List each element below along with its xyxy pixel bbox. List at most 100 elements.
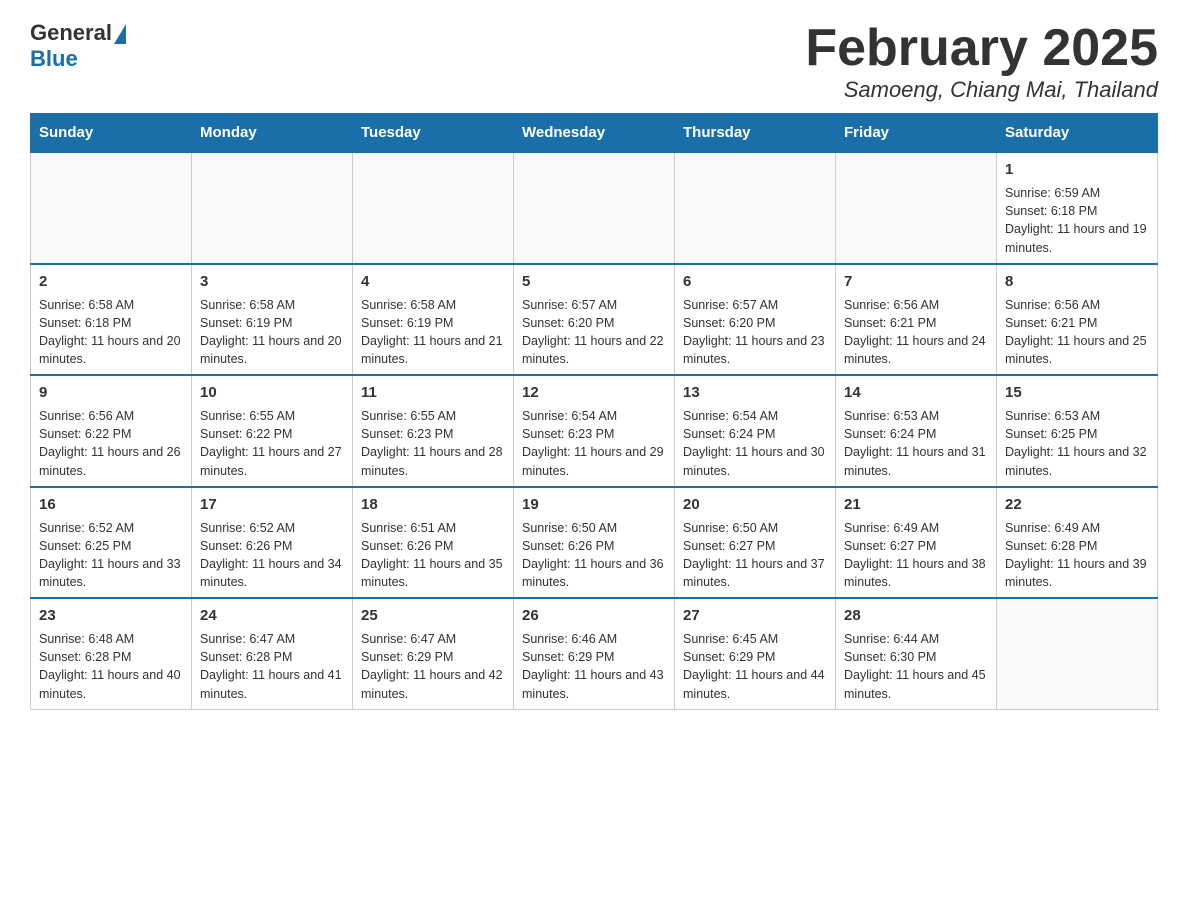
calendar-cell [514, 152, 675, 264]
day-number: 2 [39, 271, 183, 292]
calendar-cell: 22 Sunrise: 6:49 AMSunset: 6:28 PMDayligh… [997, 487, 1158, 599]
day-number: 22 [1005, 494, 1149, 515]
day-info: Sunrise: 6:55 AMSunset: 6:23 PMDaylight:… [361, 407, 505, 480]
calendar-cell: 8Sunrise: 6:56 AMSunset: 6:21 PMDaylight… [997, 264, 1158, 376]
location-title: Samoeng, Chiang Mai, Thailand [805, 77, 1158, 103]
day-info: Sunrise: 6:46 AMSunset: 6:29 PMDaylight:… [522, 630, 666, 703]
day-number: 8 [1005, 271, 1149, 292]
day-number: 9 [39, 382, 183, 403]
day-number: 7 [844, 271, 988, 292]
day-info: Sunrise: 6:50 AMSunset: 6:27 PMDaylight:… [683, 519, 827, 592]
calendar-cell [31, 152, 192, 264]
day-number: 28 [844, 605, 988, 626]
calendar-cell: 13Sunrise: 6:54 AMSunset: 6:24 PMDayligh… [675, 375, 836, 487]
title-block: February 2025 Samoeng, Chiang Mai, Thail… [805, 20, 1158, 103]
calendar-cell: 28Sunrise: 6:44 AMSunset: 6:30 PMDayligh… [836, 598, 997, 709]
calendar-header-thursday: Thursday [675, 114, 836, 153]
calendar-cell: 19 Sunrise: 6:50 AMSunset: 6:26 PMDayligh… [514, 487, 675, 599]
calendar-cell: 16Sunrise: 6:52 AMSunset: 6:25 PMDayligh… [31, 487, 192, 599]
day-info: Sunrise: 6:58 AMSunset: 6:18 PMDaylight:… [39, 296, 183, 369]
calendar-cell [997, 598, 1158, 709]
day-info: Sunrise: 6:57 AMSunset: 6:20 PMDaylight:… [683, 296, 827, 369]
day-info: Sunrise: 6:56 AMSunset: 6:22 PMDaylight:… [39, 407, 183, 480]
day-info: Sunrise: 6:54 AMSunset: 6:23 PMDaylight:… [522, 407, 666, 480]
day-info: Sunrise: 6:52 AMSunset: 6:26 PMDaylight:… [200, 519, 344, 592]
calendar-cell: 18 Sunrise: 6:51 AMSunset: 6:26 PMDayligh… [353, 487, 514, 599]
calendar-cell: 7 Sunrise: 6:56 AMSunset: 6:21 PMDaylight… [836, 264, 997, 376]
day-info: Sunrise: 6:53 AMSunset: 6:24 PMDaylight:… [844, 407, 988, 480]
calendar-cell: 25Sunrise: 6:47 AMSunset: 6:29 PMDayligh… [353, 598, 514, 709]
logo: General Blue [30, 20, 126, 72]
day-info: Sunrise: 6:49 AMSunset: 6:27 PMDaylight:… [844, 519, 988, 592]
calendar-table: SundayMondayTuesdayWednesdayThursdayFrid… [30, 113, 1158, 710]
calendar-header-sunday: Sunday [31, 114, 192, 153]
day-info: Sunrise: 6:45 AMSunset: 6:29 PMDaylight:… [683, 630, 827, 703]
calendar-cell: 10 Sunrise: 6:55 AMSunset: 6:22 PMDayligh… [192, 375, 353, 487]
day-number: 11 [361, 382, 505, 403]
day-number: 26 [522, 605, 666, 626]
week-row-3: 9 Sunrise: 6:56 AMSunset: 6:22 PMDaylight… [31, 375, 1158, 487]
calendar-cell [836, 152, 997, 264]
calendar-cell: 24Sunrise: 6:47 AMSunset: 6:28 PMDayligh… [192, 598, 353, 709]
calendar-header-monday: Monday [192, 114, 353, 153]
day-number: 12 [522, 382, 666, 403]
logo-general-text: General [30, 20, 112, 46]
calendar-cell: 3 Sunrise: 6:58 AMSunset: 6:19 PMDaylight… [192, 264, 353, 376]
day-info: Sunrise: 6:50 AMSunset: 6:26 PMDaylight:… [522, 519, 666, 592]
calendar-cell: 9 Sunrise: 6:56 AMSunset: 6:22 PMDaylight… [31, 375, 192, 487]
calendar-cell: 12 Sunrise: 6:54 AMSunset: 6:23 PMDayligh… [514, 375, 675, 487]
week-row-4: 16Sunrise: 6:52 AMSunset: 6:25 PMDayligh… [31, 487, 1158, 599]
calendar-cell: 17Sunrise: 6:52 AMSunset: 6:26 PMDayligh… [192, 487, 353, 599]
calendar-cell: 2 Sunrise: 6:58 AMSunset: 6:18 PMDaylight… [31, 264, 192, 376]
day-number: 5 [522, 271, 666, 292]
day-info: Sunrise: 6:49 AMSunset: 6:28 PMDaylight:… [1005, 519, 1149, 592]
day-info: Sunrise: 6:57 AMSunset: 6:20 PMDaylight:… [522, 296, 666, 369]
day-number: 27 [683, 605, 827, 626]
calendar-cell: 14Sunrise: 6:53 AMSunset: 6:24 PMDayligh… [836, 375, 997, 487]
week-row-1: 1 Sunrise: 6:59 AMSunset: 6:18 PMDaylight… [31, 152, 1158, 264]
calendar-cell: 5 Sunrise: 6:57 AMSunset: 6:20 PMDaylight… [514, 264, 675, 376]
month-title: February 2025 [805, 20, 1158, 77]
calendar-cell: 6 Sunrise: 6:57 AMSunset: 6:20 PMDaylight… [675, 264, 836, 376]
day-number: 23 [39, 605, 183, 626]
day-number: 19 [522, 494, 666, 515]
day-number: 1 [1005, 159, 1149, 180]
day-info: Sunrise: 6:52 AMSunset: 6:25 PMDaylight:… [39, 519, 183, 592]
calendar-cell [675, 152, 836, 264]
calendar-cell: 1 Sunrise: 6:59 AMSunset: 6:18 PMDaylight… [997, 152, 1158, 264]
calendar-cell: 21 Sunrise: 6:49 AMSunset: 6:27 PMDayligh… [836, 487, 997, 599]
calendar-cell: 27 Sunrise: 6:45 AMSunset: 6:29 PMDayligh… [675, 598, 836, 709]
day-info: Sunrise: 6:47 AMSunset: 6:29 PMDaylight:… [361, 630, 505, 703]
day-number: 3 [200, 271, 344, 292]
calendar-cell: 11 Sunrise: 6:55 AMSunset: 6:23 PMDayligh… [353, 375, 514, 487]
day-info: Sunrise: 6:54 AMSunset: 6:24 PMDaylight:… [683, 407, 827, 480]
day-number: 21 [844, 494, 988, 515]
day-info: Sunrise: 6:53 AMSunset: 6:25 PMDaylight:… [1005, 407, 1149, 480]
day-info: Sunrise: 6:58 AMSunset: 6:19 PMDaylight:… [361, 296, 505, 369]
calendar-cell: 26 Sunrise: 6:46 AMSunset: 6:29 PMDayligh… [514, 598, 675, 709]
day-info: Sunrise: 6:51 AMSunset: 6:26 PMDaylight:… [361, 519, 505, 592]
week-row-5: 23 Sunrise: 6:48 AMSunset: 6:28 PMDayligh… [31, 598, 1158, 709]
calendar-cell: 15 Sunrise: 6:53 AMSunset: 6:25 PMDayligh… [997, 375, 1158, 487]
calendar-header-friday: Friday [836, 114, 997, 153]
week-row-2: 2 Sunrise: 6:58 AMSunset: 6:18 PMDaylight… [31, 264, 1158, 376]
day-number: 20 [683, 494, 827, 515]
logo-blue-text: Blue [30, 46, 78, 72]
day-number: 18 [361, 494, 505, 515]
day-info: Sunrise: 6:56 AMSunset: 6:21 PMDaylight:… [844, 296, 988, 369]
day-number: 10 [200, 382, 344, 403]
calendar-cell [353, 152, 514, 264]
day-info: Sunrise: 6:55 AMSunset: 6:22 PMDaylight:… [200, 407, 344, 480]
logo-triangle-icon [114, 24, 126, 44]
calendar-cell: 20 Sunrise: 6:50 AMSunset: 6:27 PMDayligh… [675, 487, 836, 599]
day-info: Sunrise: 6:59 AMSunset: 6:18 PMDaylight:… [1005, 184, 1149, 257]
day-info: Sunrise: 6:58 AMSunset: 6:19 PMDaylight:… [200, 296, 344, 369]
calendar-cell: 4 Sunrise: 6:58 AMSunset: 6:19 PMDaylight… [353, 264, 514, 376]
day-info: Sunrise: 6:48 AMSunset: 6:28 PMDaylight:… [39, 630, 183, 703]
day-info: Sunrise: 6:47 AMSunset: 6:28 PMDaylight:… [200, 630, 344, 703]
calendar-header-wednesday: Wednesday [514, 114, 675, 153]
day-number: 6 [683, 271, 827, 292]
day-number: 4 [361, 271, 505, 292]
day-number: 15 [1005, 382, 1149, 403]
calendar-cell: 23 Sunrise: 6:48 AMSunset: 6:28 PMDayligh… [31, 598, 192, 709]
